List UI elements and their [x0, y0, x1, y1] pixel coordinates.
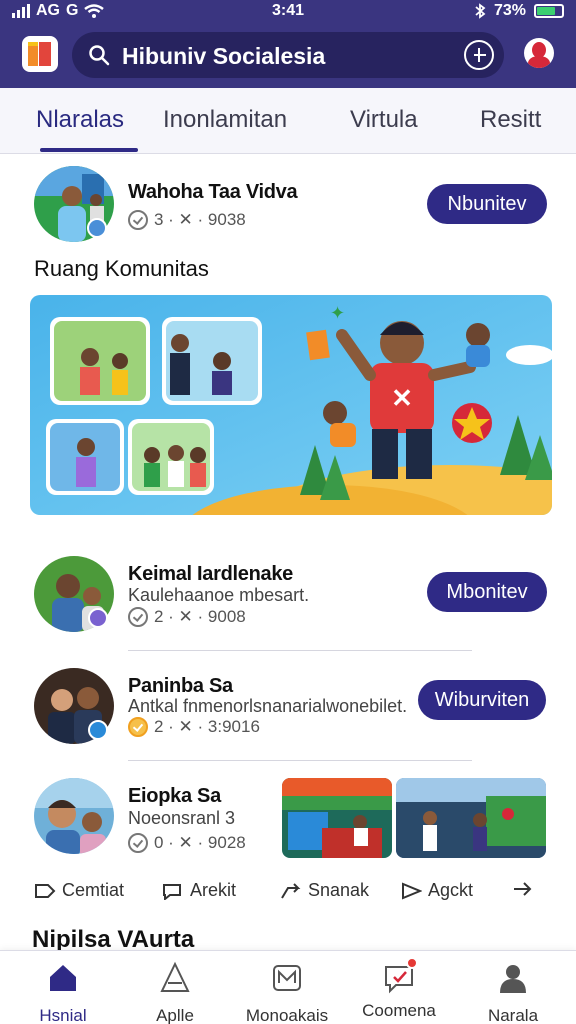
- action-bar: Cemtiat Arekit Snanak Agckt: [0, 872, 576, 912]
- app-header: Hibuniv Socialesia: [0, 24, 576, 88]
- check-icon: [128, 833, 148, 853]
- item2-subtitle: Kaulehaanoe mbesart.: [128, 585, 310, 605]
- nav-label: Hsnial: [39, 1006, 87, 1024]
- follow-button-item2[interactable]: Mbonitev: [427, 572, 547, 612]
- item2-meta: 2 · ✕ · 9008: [128, 607, 246, 627]
- community-banner-image[interactable]: ✕ ✦: [30, 295, 552, 515]
- nav-apps[interactable]: Aplle: [120, 961, 230, 1024]
- nav-label: Monoakais: [245, 1006, 329, 1024]
- item3-meta: 2 · ✕ · 3:9016: [128, 717, 260, 737]
- nav-label: Coomena: [362, 1001, 436, 1020]
- tab-1[interactable]: Inonlamitan: [163, 106, 287, 134]
- item4-meta: 0 · ✕ · 9028: [128, 833, 246, 853]
- nav-label: Narala: [487, 1006, 539, 1024]
- comment-icon: [35, 883, 56, 898]
- check-icon: [128, 210, 148, 230]
- share-icon: [281, 882, 301, 899]
- item3-title[interactable]: Paninba Sa: [128, 675, 233, 698]
- nav-messages[interactable]: Monoakais: [232, 961, 342, 1024]
- repost-icon: [402, 882, 422, 899]
- item4-title[interactable]: Eiopka Sa: [128, 785, 221, 808]
- action-label: Cemtiat: [62, 880, 125, 900]
- share-button[interactable]: Snanak: [280, 880, 369, 901]
- item3-meta-text: 2 · ✕ · 3:9016: [154, 717, 260, 736]
- media-thumbnail[interactable]: [396, 778, 546, 858]
- mail-icon: [273, 965, 301, 991]
- nav-label: Aplle: [156, 1006, 194, 1024]
- item1-meta: 3 · ✕ · 9038: [128, 210, 246, 230]
- follow-button-item1[interactable]: Nbunitev: [427, 184, 547, 224]
- item1-title[interactable]: Wahoha Taa Vidva: [128, 181, 298, 204]
- tab-3[interactable]: Resitt: [480, 106, 541, 134]
- tab-0[interactable]: Nlaralas: [36, 106, 124, 134]
- follow-button-item3[interactable]: Wiburviten: [418, 680, 546, 720]
- item4-meta-text: 0 · ✕ · 9028: [154, 833, 246, 852]
- nav-comments[interactable]: Coomena: [344, 957, 454, 1021]
- status-bar: AG G 3:41 73%: [0, 0, 576, 24]
- item3-subtitle: Antkal fnmenorlsnanarialwonebilet.: [128, 696, 408, 716]
- chat-icon: [382, 957, 418, 995]
- user-icon: [500, 965, 526, 993]
- check-icon: [128, 607, 148, 627]
- media-thumbnail[interactable]: [282, 778, 392, 858]
- divider: [128, 760, 472, 761]
- triangle-icon: [160, 961, 190, 992]
- verified-badge-icon: [87, 218, 107, 238]
- action-label: Arekit: [190, 880, 237, 900]
- item2-meta-text: 2 · ✕ · 9008: [154, 607, 246, 626]
- battery-icon: [534, 4, 564, 18]
- comment-button[interactable]: Cemtiat: [34, 880, 124, 901]
- verified-badge-icon: [88, 720, 108, 740]
- search-input[interactable]: Hibuniv Socialesia: [122, 43, 325, 70]
- svg-text:✕: ✕: [391, 383, 413, 413]
- action-label: Agckt: [428, 880, 474, 900]
- bottom-navigation: Hsnial Aplle Monoakais Coomena Narala: [0, 950, 576, 1024]
- section-title: Ruang Komunitas: [34, 256, 209, 281]
- battery-fill: [537, 7, 555, 15]
- item4-subtitle: Noeonsranl 3: [128, 808, 236, 828]
- nav-home[interactable]: Hsnial: [8, 961, 118, 1024]
- svg-text:✦: ✦: [330, 303, 345, 323]
- divider: [128, 650, 472, 651]
- bluetooth-icon: [475, 3, 486, 19]
- tab-bar: Nlaralas Inonlamitan Virtula Resitt: [0, 88, 576, 154]
- verified-badge-icon: [88, 608, 108, 628]
- avatar-item4[interactable]: [34, 778, 114, 854]
- search-bar[interactable]: Hibuniv Socialesia: [72, 32, 504, 78]
- nav-profile[interactable]: Narala: [458, 961, 568, 1024]
- gear-icon: [128, 717, 148, 737]
- home-icon: [50, 965, 76, 991]
- add-filter-icon[interactable]: [464, 40, 494, 70]
- app-logo-icon[interactable]: [22, 36, 58, 72]
- profile-icon[interactable]: [524, 38, 554, 68]
- reply-button[interactable]: Arekit: [162, 880, 236, 901]
- repost-button[interactable]: Agckt: [400, 880, 473, 901]
- forward-button[interactable]: [512, 880, 534, 898]
- action-label: Snanak: [308, 880, 370, 900]
- item2-title[interactable]: Keimal Iardlenake: [128, 563, 293, 586]
- battery-percent: 73%: [493, 2, 526, 19]
- reply-icon: [163, 883, 181, 900]
- search-icon: [89, 45, 110, 66]
- item1-meta-text: 3 · ✕ · 9038: [154, 210, 246, 229]
- forward-icon: [514, 882, 532, 896]
- notification-badge: [406, 957, 418, 969]
- status-right: 73%: [474, 2, 564, 20]
- tab-2[interactable]: Virtula: [350, 106, 418, 134]
- tab-indicator: [40, 148, 138, 152]
